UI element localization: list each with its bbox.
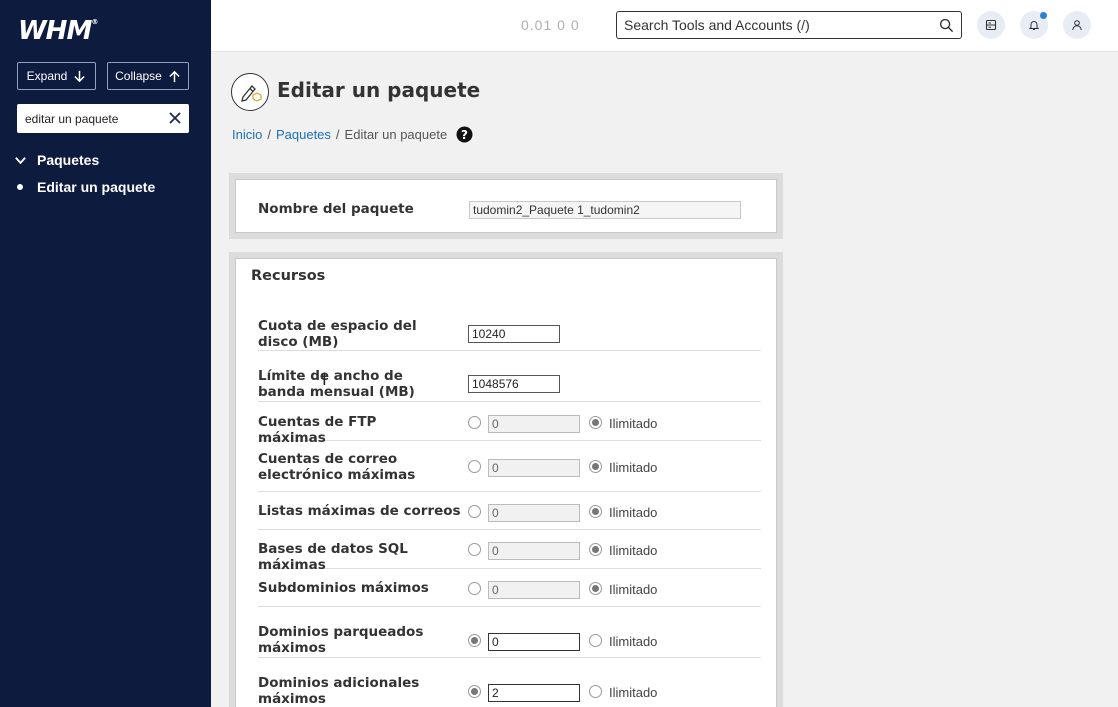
help-icon[interactable]: ?	[456, 126, 473, 143]
collapse-button[interactable]: Collapse	[107, 62, 189, 90]
nav-item-label: Editar un paquete	[37, 179, 156, 195]
package-name-field[interactable]: tudomin2_Paquete 1_tudomin2	[469, 201, 741, 219]
logo-text: WHM	[18, 16, 92, 46]
subdomains-row: Subdominios máximos 0 Ilimitado	[258, 569, 761, 607]
addon-domains-input[interactable]: 2	[488, 684, 580, 702]
sidebar-filter	[17, 104, 189, 133]
email-limit-radio[interactable]	[468, 460, 481, 473]
package-name-panel: Nombre del paquete tudomin2_Paquete 1_tu…	[229, 173, 783, 239]
mailing-lists-unlimited-radio[interactable]	[589, 505, 602, 518]
addon-domains-limit-radio[interactable]	[468, 685, 481, 698]
email-input[interactable]: 0	[488, 459, 580, 477]
ftp-unlimited-label: Ilimitado	[609, 416, 658, 431]
user-icon	[1072, 20, 1082, 31]
disk-quota-row: Cuota de espacio del disco (MB) 10240	[258, 302, 761, 351]
bandwidth-input[interactable]: 1048576	[468, 375, 560, 393]
chevron-down-icon	[15, 156, 26, 164]
package-name-label: Nombre del paquete	[258, 201, 414, 217]
addon-domains-unlimited-label: Ilimitado	[609, 685, 658, 700]
nav-group-paquetes[interactable]: Paquetes	[14, 152, 99, 168]
nav-item-editar-paquete[interactable]: Editar un paquete	[17, 179, 155, 195]
resources-panel: Recursos Cuota de espacio del disco (MB)…	[229, 252, 783, 707]
whm-logo[interactable]: WHM®	[18, 16, 98, 46]
email-unlimited-label: Ilimitado	[609, 460, 658, 475]
parked-domains-unlimited-label: Ilimitado	[609, 634, 658, 649]
nav-group-label: Paquetes	[37, 152, 100, 168]
sql-limit-radio[interactable]	[468, 543, 481, 556]
ftp-limit-radio[interactable]	[468, 416, 481, 429]
text-cursor-icon: I	[322, 370, 327, 389]
arrow-down-icon	[74, 70, 86, 82]
bell-icon	[1028, 21, 1040, 30]
resources-title: Recursos	[251, 268, 326, 284]
bandwidth-label: Límite de ancho de banda mensual (MB)	[258, 368, 415, 400]
parked-domains-row: Dominios parqueados máximos 0 Ilimitado	[258, 607, 761, 658]
breadcrumb-inicio[interactable]: Inicio	[232, 127, 262, 142]
subdomains-limit-radio[interactable]	[468, 582, 481, 595]
subdomains-unlimited-radio[interactable]	[589, 582, 602, 595]
notifications-button[interactable]	[1020, 11, 1048, 39]
addon-domains-unlimited-radio[interactable]	[589, 685, 602, 698]
expand-button[interactable]: Expand	[17, 62, 96, 90]
email-row: Cuentas de correo electrónico máximas 0 …	[258, 441, 761, 492]
email-unlimited-radio[interactable]	[589, 460, 602, 473]
subdomains-unlimited-label: Ilimitado	[609, 582, 658, 597]
mailing-lists-label: Listas máximas de correos	[258, 503, 461, 519]
ftp-unlimited-radio[interactable]	[589, 416, 602, 429]
parked-domains-unlimited-radio[interactable]	[589, 634, 602, 647]
sql-row: Bases de datos SQL máximas 0 Ilimitado	[258, 530, 761, 573]
collapse-label: Collapse	[115, 69, 162, 83]
mailing-lists-unlimited-label: Ilimitado	[609, 505, 658, 520]
parked-domains-limit-radio[interactable]	[468, 634, 481, 647]
user-button[interactable]	[1063, 11, 1091, 39]
disk-quota-label: Cuota de espacio del disco (MB)	[258, 318, 417, 350]
clear-icon[interactable]	[167, 110, 183, 126]
subdomains-input[interactable]: 0	[488, 581, 580, 599]
email-label: Cuentas de correo electrónico máximas	[258, 451, 416, 483]
sidebar-filter-input[interactable]	[25, 111, 163, 126]
notification-badge	[1040, 12, 1047, 19]
breadcrumb-current: Editar un paquete	[344, 127, 448, 142]
addon-domains-label: Dominios adicionales máximos	[258, 675, 420, 707]
topbar: 0.01 0 0 Search Tools and Accounts (/)	[211, 0, 1118, 52]
parked-domains-input[interactable]: 0	[488, 633, 580, 651]
sql-input[interactable]: 0	[488, 542, 580, 560]
page-title: Editar un paquete	[277, 78, 481, 102]
ftp-input[interactable]: 0	[488, 415, 580, 433]
package-edit-icon	[231, 73, 269, 111]
bandwidth-row: Límite de ancho de banda mensual (MB) 10…	[258, 351, 761, 402]
search-icon[interactable]	[939, 18, 954, 33]
mailing-lists-limit-radio[interactable]	[468, 505, 481, 518]
arrow-up-icon	[169, 70, 180, 82]
load-average: 0.01 0 0	[521, 17, 580, 33]
svg-text:?: ?	[461, 128, 468, 142]
server-button[interactable]	[977, 11, 1005, 39]
ftp-row: Cuentas de FTP máximas 0 Ilimitado	[258, 402, 761, 446]
mailing-lists-row: Listas máximas de correos 0 Ilimitado	[258, 492, 761, 530]
addon-domains-row: Dominios adicionales máximos 2 Ilimitado	[258, 658, 761, 707]
expand-label: Expand	[26, 69, 68, 83]
parked-domains-label: Dominios parqueados máximos	[258, 624, 424, 656]
mailing-lists-input[interactable]: 0	[488, 504, 580, 522]
breadcrumb: Inicio / Paquetes / Editar un paquete ?	[232, 126, 473, 143]
sql-unlimited-label: Ilimitado	[609, 543, 658, 558]
sql-unlimited-radio[interactable]	[589, 543, 602, 556]
server-icon	[985, 19, 997, 31]
subdomains-label: Subdominios máximos	[258, 580, 429, 596]
sidebar: WHM® Expand Collapse Paquetes Editar un …	[0, 0, 211, 707]
search-box[interactable]: Search Tools and Accounts (/)	[616, 11, 962, 39]
search-input[interactable]: Search Tools and Accounts (/)	[624, 17, 810, 33]
disk-quota-input[interactable]: 10240	[468, 325, 560, 343]
breadcrumb-paquetes[interactable]: Paquetes	[276, 127, 331, 142]
bullet-icon	[17, 184, 23, 190]
